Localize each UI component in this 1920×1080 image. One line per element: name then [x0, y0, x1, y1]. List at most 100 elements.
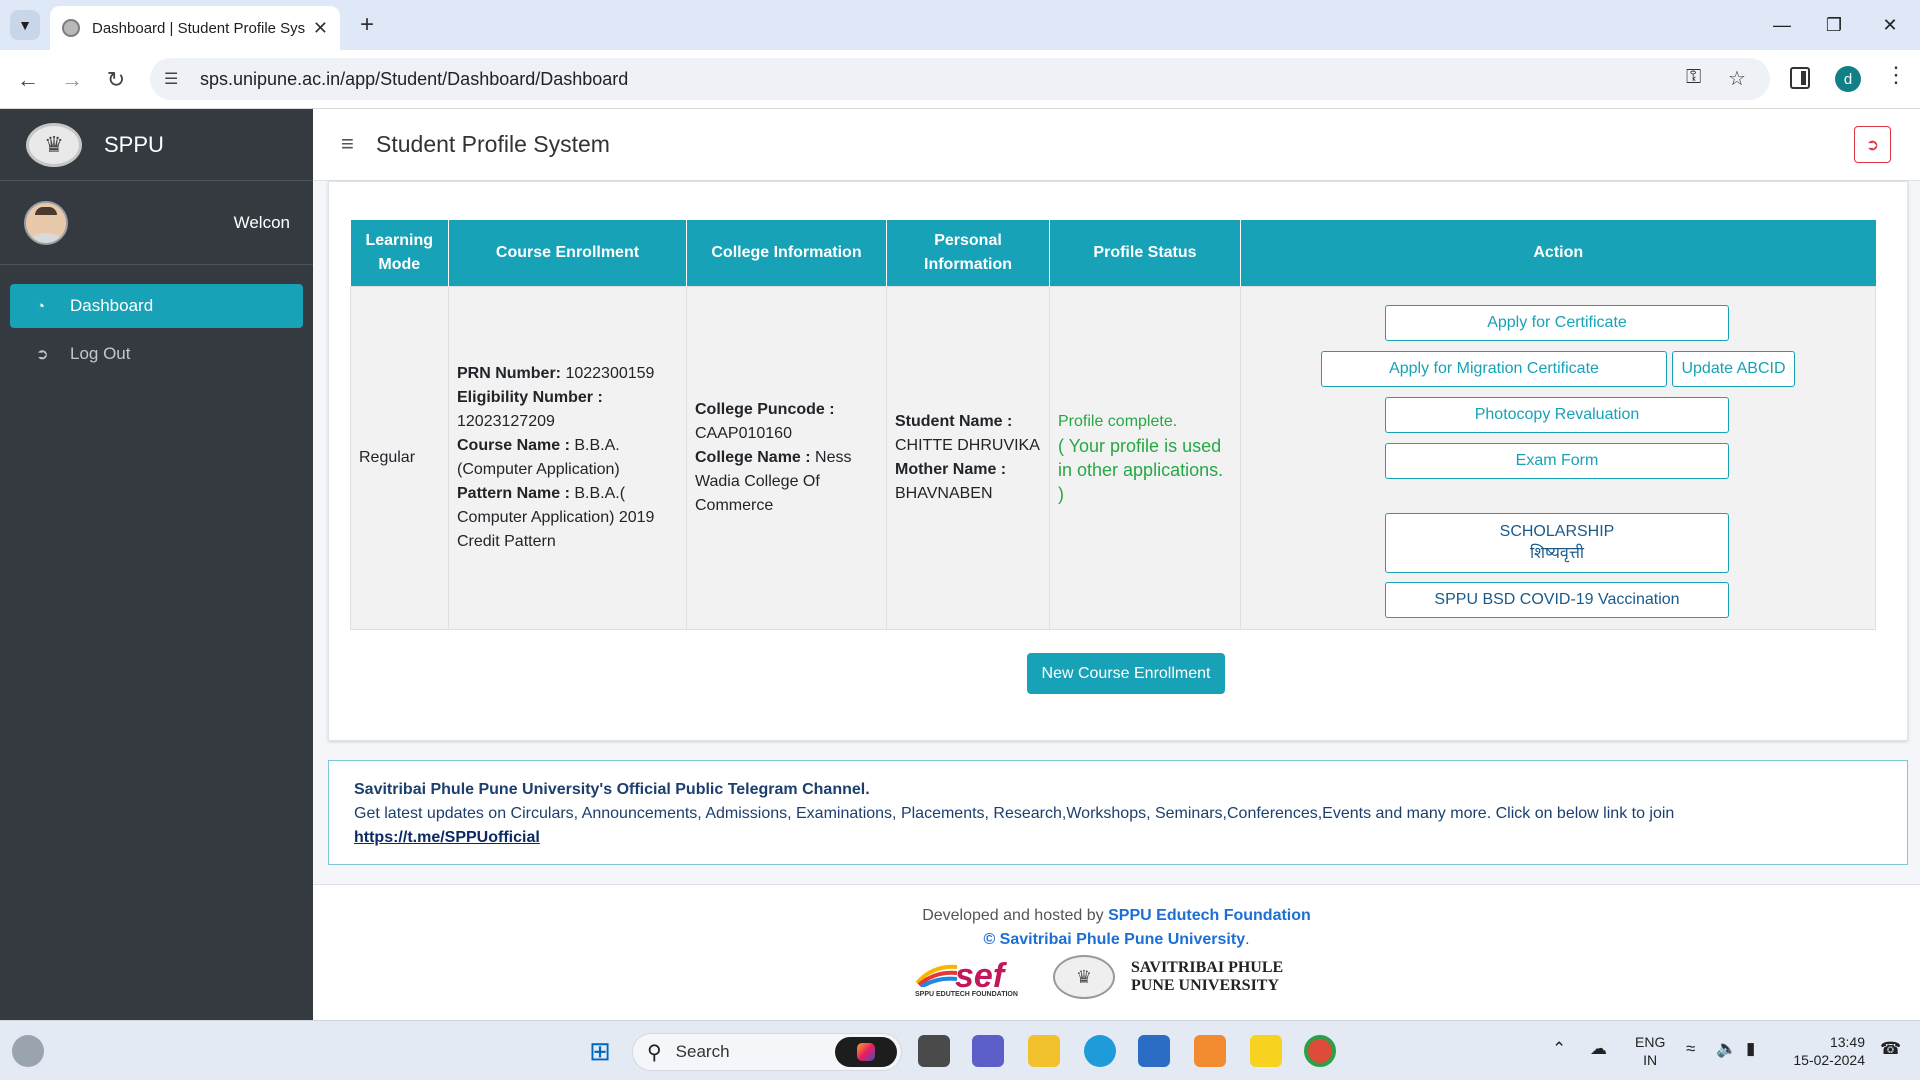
notification-bell-icon[interactable]: ☎: [1880, 1039, 1901, 1059]
taskbar-clock[interactable]: 13:49 15-02-2024: [1785, 1033, 1865, 1069]
sef-logo-subtext: SPPU EDUTECH FOUNDATION: [915, 991, 1018, 998]
chevron-up-icon[interactable]: ⌃: [1552, 1039, 1566, 1059]
battery-icon[interactable]: ▮: [1746, 1039, 1755, 1059]
top-navbar: ≡ Student Profile System ➲: [313, 109, 1920, 181]
reload-button[interactable]: ↻: [100, 64, 132, 96]
sppu-logo-line2: PUNE UNIVERSITY: [1131, 977, 1280, 994]
sppu-logo-text: SAVITRIBAI PHULE PUNE UNIVERSITY: [1131, 959, 1283, 995]
scholarship-label-en: SCHOLARSHIP: [1499, 522, 1615, 540]
minimize-window-button[interactable]: —: [1762, 10, 1802, 40]
windows-taskbar: ⊞ ⚲ Search ⌃ ☁ ENG IN ≈ 🔈 ▮ 13:49 15-02-…: [0, 1020, 1920, 1080]
header-learning-mode: Learning Mode: [350, 220, 449, 286]
footer-university-link[interactable]: Savitribai Phule Pune University: [1000, 931, 1245, 948]
header-college-information: College Information: [686, 220, 887, 286]
search-icon: ⚲: [647, 1041, 662, 1064]
new-tab-button[interactable]: +: [352, 10, 382, 40]
telegram-description: Get latest updates on Circulars, Announc…: [354, 805, 1675, 822]
hamburger-menu-icon[interactable]: ≡: [341, 131, 354, 157]
main-content: ≡ Student Profile System ➲ Learning Mode…: [313, 109, 1920, 1020]
scholarship-button[interactable]: SCHOLARSHIP शिष्यवृत्ती: [1385, 512, 1729, 573]
cell-action: Apply for Certificate Apply for Migratio…: [1240, 285, 1876, 630]
page-title: Student Profile System: [376, 131, 610, 157]
copilot-icon[interactable]: [835, 1037, 897, 1067]
telegram-card: Savitribai Phule Pune University's Offic…: [328, 760, 1908, 865]
header-personal-information: Personal Information: [886, 220, 1050, 286]
scholarship-label-mr: शिष्यवृत्ती: [1529, 544, 1585, 562]
restore-window-button[interactable]: ❐: [1814, 10, 1854, 40]
task-view-icon[interactable]: [918, 1035, 950, 1067]
sidebar-item-dashboard[interactable]: ◔ Dashboard: [10, 284, 303, 328]
course-name-label: Course Name :: [457, 436, 570, 454]
update-abcid-button[interactable]: Update ABCID: [1672, 350, 1795, 387]
apply-migration-certificate-button[interactable]: Apply for Migration Certificate: [1321, 350, 1667, 387]
side-panel-icon[interactable]: [1790, 67, 1810, 89]
url-text: sps.unipune.ac.in/app/Student/Dashboard/…: [200, 68, 629, 89]
user-panel: Welcon: [0, 181, 313, 265]
cell-personal-information: Student Name : CHITTE DHRUVIKA Mother Na…: [886, 285, 1050, 630]
sppu-logo-line1: SAVITRIBAI PHULE: [1131, 959, 1284, 976]
back-button[interactable]: ←: [12, 64, 44, 96]
footer-developed-prefix: Developed and hosted by: [922, 907, 1109, 924]
eligibility-label: Eligibility Number :: [457, 388, 603, 406]
apply-certificate-button[interactable]: Apply for Certificate: [1385, 304, 1729, 341]
bookmark-star-icon[interactable]: ☆: [1728, 66, 1746, 91]
taskbar-search[interactable]: ⚲ Search: [632, 1033, 902, 1071]
arrow-right-icon: →: [61, 67, 83, 92]
exam-form-button[interactable]: Exam Form: [1385, 442, 1729, 479]
blogger-icon[interactable]: [1194, 1035, 1226, 1067]
telegram-link[interactable]: https://t.me/SPPUofficial: [354, 829, 540, 847]
forward-button[interactable]: →: [56, 64, 88, 96]
file-explorer-icon[interactable]: [1028, 1035, 1060, 1067]
teams-chat-icon[interactable]: [972, 1035, 1004, 1067]
profile-status-note: ( Your profile is used in other applicat…: [1058, 435, 1224, 504]
close-tab-icon[interactable]: ✕: [313, 18, 328, 39]
table-row: Regular PRN Number: 1022300159 Eligibili…: [350, 285, 1876, 630]
sticky-notes-icon[interactable]: [1250, 1035, 1282, 1067]
sppu-favicon-icon: [62, 19, 80, 37]
covid-vaccination-button[interactable]: SPPU BSD COVID-19 Vaccination: [1385, 581, 1729, 618]
footer-developer-link[interactable]: SPPU Edutech Foundation: [1108, 907, 1311, 924]
footer: Developed and hosted by SPPU Edutech Fou…: [313, 884, 1920, 1020]
tab-title: Dashboard | Student Profile Sys: [92, 19, 305, 37]
address-bar[interactable]: ☰ sps.unipune.ac.in/app/Student/Dashboar…: [150, 58, 1770, 100]
onedrive-icon[interactable]: ☁: [1590, 1039, 1607, 1059]
clock-time: 13:49: [1829, 1034, 1865, 1050]
new-course-enrollment-button[interactable]: New Course Enrollment: [1027, 653, 1225, 694]
copyright-symbol: ©: [983, 931, 1000, 948]
wifi-icon[interactable]: ≈: [1686, 1039, 1695, 1059]
key-icon[interactable]: ⚿: [1686, 66, 1701, 89]
sidebar: ♛ SPPU Welcon ◔ Dashboard ➲ Log Out: [0, 109, 313, 1020]
arrow-left-icon: ←: [17, 67, 39, 92]
tab-search-button[interactable]: ▼: [10, 10, 40, 40]
edge-browser-icon[interactable]: [1084, 1035, 1116, 1067]
browser-tab[interactable]: Dashboard | Student Profile Sys ✕: [50, 6, 340, 50]
student-name-label: Student Name :: [895, 412, 1013, 430]
brand-link[interactable]: ♛ SPPU: [0, 109, 313, 181]
language-indicator[interactable]: ENG IN: [1635, 1033, 1665, 1069]
browser-tab-bar: ▼ Dashboard | Student Profile Sys ✕ + — …: [0, 0, 1920, 50]
college-puncode-label: College Puncode :: [695, 400, 835, 418]
user-avatar: [24, 200, 68, 245]
profile-avatar[interactable]: d: [1835, 66, 1861, 92]
student-name-value: CHITTE DHRUVIKA: [895, 436, 1040, 454]
chrome-icon[interactable]: [1304, 1035, 1336, 1067]
reload-icon: ↻: [106, 67, 126, 92]
mother-name-label: Mother Name :: [895, 460, 1007, 478]
site-info-icon[interactable]: ☰: [164, 69, 188, 89]
windows-start-icon[interactable]: ⊞: [584, 1035, 616, 1067]
profile-card: Learning Mode Course Enrollment College …: [328, 181, 1908, 741]
footer-developed-line: Developed and hosted by SPPU Edutech Fou…: [313, 907, 1920, 925]
logout-button[interactable]: ➲: [1854, 126, 1891, 163]
mother-name-value: BHAVNABEN: [895, 484, 993, 502]
college-puncode-value: CAAP010160: [695, 424, 792, 442]
photocopy-revaluation-button[interactable]: Photocopy Revaluation: [1385, 396, 1729, 433]
sef-logo: sef SPPU EDUTECH FOUNDATION: [915, 955, 1041, 1001]
close-window-button[interactable]: ✕: [1870, 10, 1910, 40]
sidebar-item-logout[interactable]: ➲ Log Out: [10, 332, 303, 376]
eligibility-value: 12023127209: [457, 412, 555, 430]
clock-date: 15-02-2024: [1793, 1052, 1865, 1068]
microsoft-store-icon[interactable]: [1138, 1035, 1170, 1067]
browser-menu-icon[interactable]: ⋮: [1885, 62, 1907, 88]
volume-icon[interactable]: 🔈: [1716, 1039, 1737, 1059]
weather-widget-icon[interactable]: [12, 1035, 44, 1067]
